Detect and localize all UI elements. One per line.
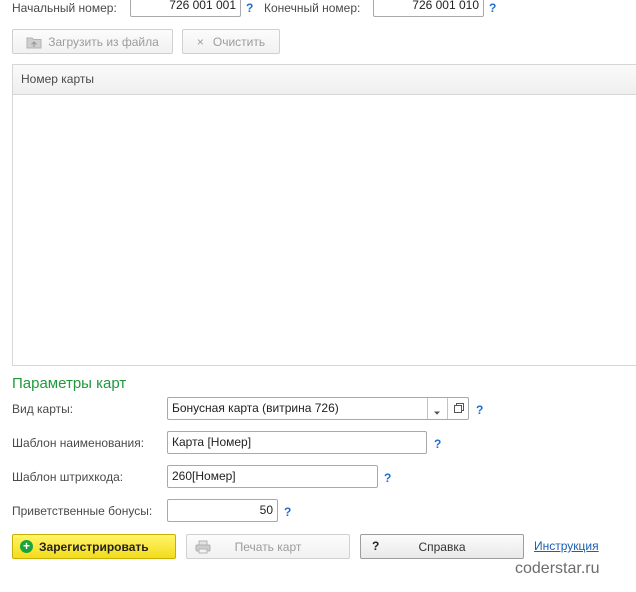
help-button[interactable]: ? Справка bbox=[360, 534, 524, 559]
clear-button[interactable]: × Очистить bbox=[182, 29, 280, 54]
dropdown-arrow-icon[interactable] bbox=[433, 405, 441, 419]
folder-upload-icon bbox=[26, 37, 42, 48]
card-numbers-table[interactable]: Номер карты bbox=[12, 64, 636, 366]
card-type-value: Бонусная карта (витрина 726) bbox=[172, 401, 339, 415]
name-template-help-icon[interactable]: ? bbox=[434, 436, 441, 452]
register-button[interactable]: + Зарегистрировать bbox=[12, 534, 176, 559]
load-from-file-button[interactable]: Загрузить из файла bbox=[12, 29, 173, 54]
card-params-title: Параметры карт bbox=[12, 375, 127, 392]
printer-icon bbox=[195, 540, 211, 554]
register-label: Зарегистрировать bbox=[39, 539, 149, 554]
load-from-file-label: Загрузить из файла bbox=[48, 34, 159, 49]
help-button-label: Справка bbox=[418, 539, 466, 554]
name-template-label: Шаблон наименования: bbox=[12, 436, 145, 450]
start-number-help-icon[interactable]: ? bbox=[246, 0, 253, 16]
print-cards-label: Печать карт bbox=[234, 539, 302, 554]
instruction-link[interactable]: Инструкция bbox=[534, 539, 599, 553]
barcode-template-help-icon[interactable]: ? bbox=[384, 470, 391, 486]
end-number-input[interactable]: 726 001 010 bbox=[373, 0, 484, 17]
plus-circle-icon: + bbox=[20, 540, 33, 553]
welcome-bonus-label: Приветственные бонусы: bbox=[12, 504, 153, 518]
print-cards-button[interactable]: Печать карт bbox=[186, 534, 350, 559]
help-question-icon: ? bbox=[372, 539, 380, 553]
clear-icon: × bbox=[196, 34, 204, 49]
clear-label: Очистить bbox=[212, 34, 266, 49]
barcode-template-label: Шаблон штрихкода: bbox=[12, 470, 124, 484]
end-number-label: Конечный номер: bbox=[264, 1, 361, 15]
select-divider-2 bbox=[447, 398, 448, 419]
end-number-help-icon[interactable]: ? bbox=[489, 0, 496, 16]
name-template-input[interactable]: Карта [Номер] bbox=[167, 431, 427, 454]
open-card-type-icon[interactable] bbox=[453, 402, 465, 417]
barcode-template-input[interactable]: 260[Номер] bbox=[167, 465, 378, 488]
watermark-text: coderstar.ru bbox=[515, 560, 600, 577]
start-number-input[interactable]: 726 001 001 bbox=[130, 0, 241, 17]
start-number-label: Начальный номер: bbox=[12, 1, 117, 15]
column-header-card-number[interactable]: Номер карты bbox=[13, 65, 636, 95]
select-divider bbox=[427, 398, 428, 419]
card-type-label: Вид карты: bbox=[12, 402, 74, 416]
welcome-bonus-input[interactable]: 50 bbox=[167, 499, 278, 522]
card-type-select[interactable]: Бонусная карта (витрина 726) bbox=[167, 397, 469, 420]
welcome-bonus-help-icon[interactable]: ? bbox=[284, 504, 291, 520]
card-type-help-icon[interactable]: ? bbox=[476, 402, 483, 418]
